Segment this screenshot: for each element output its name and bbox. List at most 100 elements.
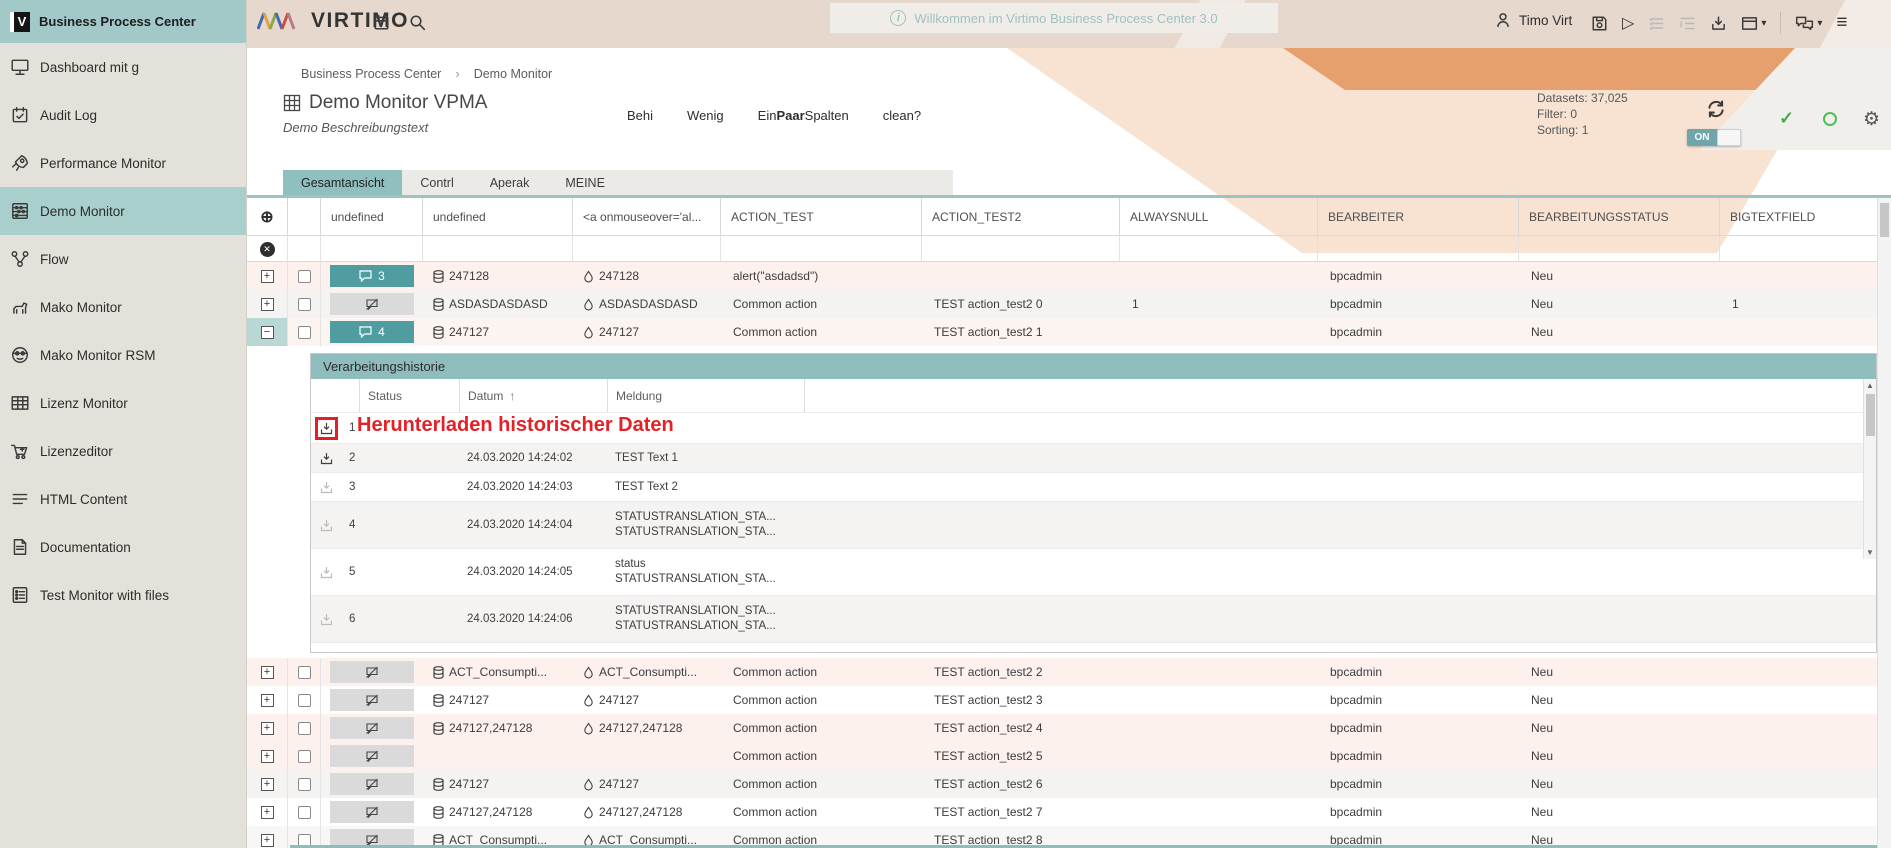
table-row[interactable]: + ASDASDASDASD ASDASDASDASD Common actio… <box>247 290 1891 318</box>
column-header[interactable]: BEARBEITER <box>1318 198 1519 236</box>
sidebar-item-performance-monitor[interactable]: Performance Monitor <box>0 139 246 187</box>
scroll-down-icon[interactable]: ▼ <box>1866 546 1874 559</box>
expand-row-icon[interactable]: + <box>261 722 274 735</box>
table-row[interactable]: + 247127 247127 Common action TEST actio… <box>247 770 1891 798</box>
filter-input[interactable] <box>922 236 1120 262</box>
no-chat-badge[interactable] <box>330 293 414 315</box>
table-row[interactable]: + 247127,247128 247127,247128 Common act… <box>247 798 1891 826</box>
move-columns-icon[interactable]: ⊕ <box>260 207 273 227</box>
column-header[interactable]: <a onmouseover='al... <box>573 198 721 236</box>
detail-row[interactable]: 3 24.03.2020 14:24:03 TEST Text 2 <box>311 472 1876 501</box>
download-icon[interactable] <box>319 612 334 627</box>
no-chat-badge[interactable] <box>330 689 414 711</box>
chat-menu[interactable]: ▾ <box>1795 15 1822 32</box>
wenig-button[interactable]: Wenig <box>687 108 724 123</box>
scroll-up-icon[interactable]: ▲ <box>1866 379 1874 392</box>
tab-gesamtansicht[interactable]: Gesamtansicht <box>283 170 402 195</box>
refresh-icon[interactable] <box>1705 98 1727 120</box>
indent-list-icon[interactable] <box>1679 15 1696 32</box>
expand-row-icon[interactable]: + <box>261 298 274 311</box>
column-header[interactable]: undefined <box>321 198 423 236</box>
row-checkbox[interactable] <box>298 806 311 819</box>
clean-button[interactable]: clean? <box>883 108 921 123</box>
status-circle-icon[interactable] <box>1823 112 1837 126</box>
play-icon[interactable]: ▷ <box>1622 13 1634 33</box>
sidebar-header[interactable]: V Business Process Center <box>0 0 246 43</box>
download-icon[interactable] <box>319 518 334 533</box>
table-row-expanded[interactable]: − 4 247127 247127 Common action TEST act… <box>247 318 1891 346</box>
detail-column-datum[interactable]: Datum↑ <box>459 379 607 412</box>
sidebar-item-mako-monitor-rsm[interactable]: Mako Monitor RSM <box>0 331 246 379</box>
table-vertical-scrollbar[interactable] <box>1877 198 1891 848</box>
download-icon[interactable] <box>319 480 334 495</box>
filter-input[interactable] <box>1720 236 1891 262</box>
no-chat-badge[interactable] <box>330 661 414 683</box>
sidebar-item-lizenz-monitor[interactable]: Lizenz Monitor <box>0 379 246 427</box>
detail-row[interactable]: 6 24.03.2020 14:24:06 STATUSTRANSLATION_… <box>311 595 1876 642</box>
sidebar-item-mako-monitor[interactable]: Mako Monitor <box>0 283 246 331</box>
search-icon[interactable] <box>409 14 426 31</box>
tab-meine[interactable]: MEINE <box>547 170 623 195</box>
table-row[interactable]: + 247127,247128 247127,247128 Common act… <box>247 714 1891 742</box>
clear-filters-icon[interactable]: ✕ <box>260 242 275 257</box>
sidebar-item-test-monitor-files[interactable]: Test Monitor with files <box>0 571 246 619</box>
download-icon[interactable] <box>319 451 334 466</box>
row-checkbox[interactable] <box>298 666 311 679</box>
no-chat-badge[interactable] <box>330 717 414 739</box>
live-toggle[interactable]: ON <box>1687 129 1741 146</box>
row-checkbox[interactable] <box>298 778 311 791</box>
sidebar-item-documentation[interactable]: Documentation <box>0 523 246 571</box>
column-header[interactable]: ACTION_TEST <box>721 198 922 236</box>
collapse-row-icon[interactable]: − <box>261 326 274 339</box>
detail-row[interactable]: 5 24.03.2020 14:24:05 statusSTATUSTRANSL… <box>311 548 1876 595</box>
row-checkbox[interactable] <box>298 750 311 763</box>
tab-aperak[interactable]: Aperak <box>472 170 548 195</box>
sidebar-item-lizenzeditor[interactable]: Lizenzeditor <box>0 427 246 475</box>
sidebar-item-dashboard[interactable]: Dashboard mit g <box>0 43 246 91</box>
tab-contrl[interactable]: Contrl <box>402 170 471 195</box>
import-icon[interactable] <box>1710 15 1727 32</box>
save-state-icon[interactable] <box>1591 15 1608 32</box>
gear-icon[interactable]: ⚙ <box>1863 108 1880 131</box>
expand-row-icon[interactable]: + <box>261 694 274 707</box>
menu-icon[interactable]: ≡ <box>1836 12 1847 34</box>
sidebar-item-audit-log[interactable]: Audit Log <box>0 91 246 139</box>
detail-scrollbar-thumb[interactable] <box>1866 394 1875 436</box>
download-icon[interactable] <box>319 565 334 580</box>
expand-row-icon[interactable]: + <box>261 834 274 847</box>
detail-row[interactable]: 7 24.03.2020 14:24:07 status <box>311 642 1876 653</box>
row-checkbox[interactable] <box>298 326 311 339</box>
table-row[interactable]: + Common action TEST action_test2 5 bpca… <box>247 742 1891 770</box>
behi-button[interactable]: Behi <box>627 108 653 123</box>
filter-input[interactable] <box>721 236 922 262</box>
column-header[interactable]: ALWAYSNULL <box>1120 198 1318 236</box>
detail-row[interactable]: 1 Herunterladen historischer Daten <box>311 412 1876 443</box>
expand-row-icon[interactable]: + <box>261 750 274 763</box>
user-menu[interactable]: Timo Virt <box>1495 12 1572 28</box>
filter-input[interactable] <box>573 236 721 262</box>
scrollbar-thumb[interactable] <box>1880 203 1889 237</box>
row-checkbox[interactable] <box>298 722 311 735</box>
no-chat-badge[interactable] <box>330 773 414 795</box>
table-row[interactable]: + 247127 247127 Common action TEST actio… <box>247 686 1891 714</box>
sidebar-item-demo-monitor[interactable]: Demo Monitor <box>0 187 246 235</box>
checklist-icon[interactable] <box>1648 15 1665 32</box>
column-header[interactable]: BEARBEITUNGSSTATUS <box>1519 198 1720 236</box>
expand-row-icon[interactable]: + <box>261 778 274 791</box>
no-chat-badge[interactable] <box>330 745 414 767</box>
valid-check-icon[interactable]: ✓ <box>1779 108 1794 129</box>
column-header[interactable]: undefined <box>423 198 573 236</box>
einpaarspalten-button[interactable]: EinPaarSpalten <box>758 108 849 123</box>
row-checkbox[interactable] <box>298 694 311 707</box>
expand-row-icon[interactable]: + <box>261 666 274 679</box>
table-row[interactable]: + 3 247128 247128 alert("asdadsd") bpcad… <box>247 262 1891 290</box>
filter-input[interactable] <box>1120 236 1318 262</box>
filter-input[interactable] <box>423 236 573 262</box>
filter-input[interactable] <box>321 236 423 262</box>
filter-input[interactable] <box>1519 236 1720 262</box>
chat-count-badge[interactable]: 3 <box>330 265 414 287</box>
detail-scrollbar[interactable]: ▲ ▼ <box>1863 379 1876 559</box>
row-checkbox[interactable] <box>298 270 311 283</box>
detail-row[interactable]: 2 24.03.2020 14:24:02 TEST Text 1 <box>311 443 1876 472</box>
row-checkbox[interactable] <box>298 298 311 311</box>
